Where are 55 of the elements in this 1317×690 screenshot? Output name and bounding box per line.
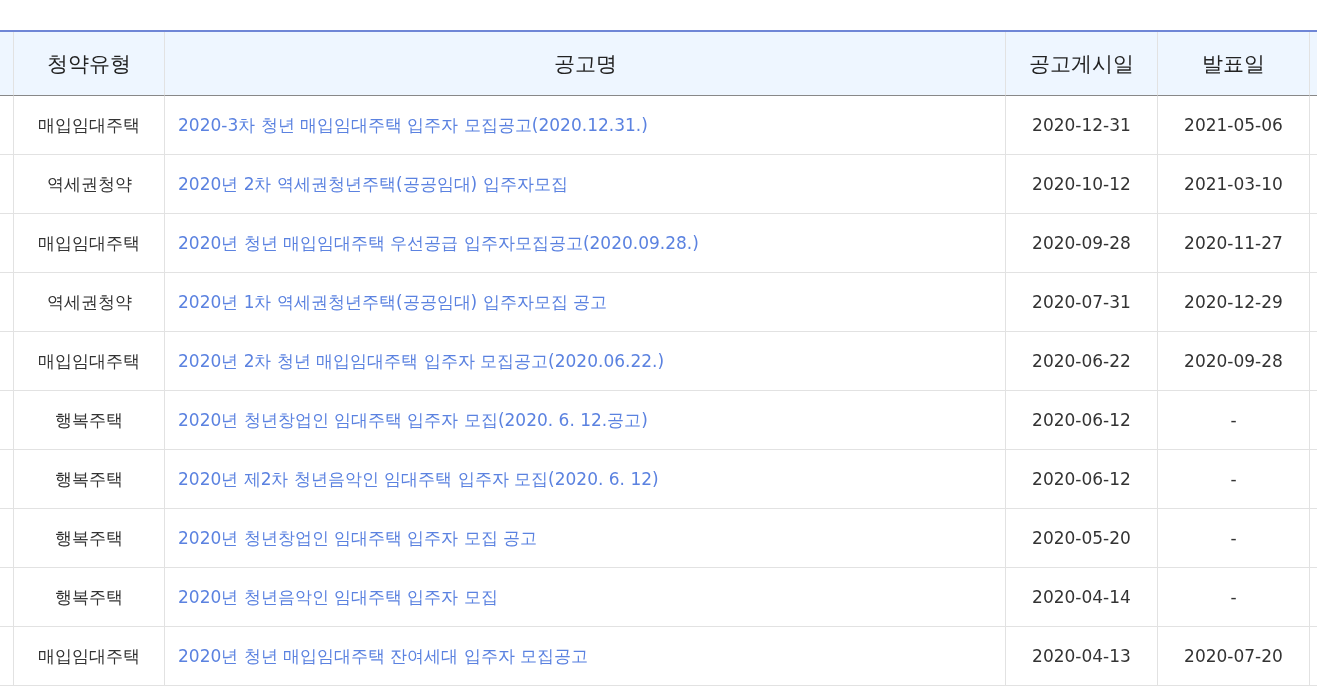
announcement-date-cell: - [1158,509,1310,568]
empty-cell [0,391,14,450]
type-cell: 행복주택 [14,391,165,450]
notice-title-link[interactable]: 2020년 2차 역세권청년주택(공공임대) 입주자모집 [165,155,1006,214]
empty-cell [0,568,14,627]
type-cell: 행복주택 [14,509,165,568]
empty-cell [0,450,14,509]
empty-header-cell [0,32,14,96]
column-header: 공고게시일 [1006,32,1158,96]
column-header: 공고명 [165,32,1006,96]
notice-title-link[interactable]: 2020년 청년음악인 임대주택 입주자 모집 [165,568,1006,627]
announcement-date-cell: 2021-03-10 [1158,155,1310,214]
notice-title-link[interactable]: 2020년 청년창업인 임대주택 입주자 모집(2020. 6. 12.공고) [165,391,1006,450]
posted-date-cell: 2020-06-12 [1006,450,1158,509]
posted-date-cell: 2020-12-31 [1006,96,1158,155]
posted-date-cell: 2020-05-20 [1006,509,1158,568]
notice-title-link[interactable]: 2020-3차 청년 매입임대주택 입주자 모집공고(2020.12.31.) [165,96,1006,155]
empty-cell [0,332,14,391]
notice-title-link[interactable]: 2020년 청년창업인 임대주택 입주자 모집 공고 [165,509,1006,568]
empty-cell [0,155,14,214]
column-header: 청약유형 [14,32,165,96]
posted-date-cell: 2020-06-22 [1006,332,1158,391]
empty-cell [0,273,14,332]
announcement-date-cell: 2021-05-06 [1158,96,1310,155]
empty-cell [0,509,14,568]
column-header: 발표일 [1158,32,1310,96]
type-cell: 매입임대주택 [14,214,165,273]
type-cell: 매입임대주택 [14,96,165,155]
announcement-date-cell: - [1158,450,1310,509]
type-cell: 행복주택 [14,450,165,509]
posted-date-cell: 2020-09-28 [1006,214,1158,273]
posted-date-cell: 2020-04-14 [1006,568,1158,627]
type-cell: 역세권청약 [14,155,165,214]
posted-date-cell: 2020-06-12 [1006,391,1158,450]
empty-cell [0,214,14,273]
posted-date-cell: 2020-04-13 [1006,627,1158,686]
type-cell: 매입임대주택 [14,627,165,686]
announcement-date-cell: 2020-11-27 [1158,214,1310,273]
announcement-date-cell: 2020-07-20 [1158,627,1310,686]
type-cell: 역세권청약 [14,273,165,332]
announcement-date-cell: - [1158,568,1310,627]
notice-title-link[interactable]: 2020년 1차 역세권청년주택(공공임대) 입주자모집 공고 [165,273,1006,332]
posted-date-cell: 2020-07-31 [1006,273,1158,332]
announcement-date-cell: 2020-12-29 [1158,273,1310,332]
announcement-date-cell: - [1158,391,1310,450]
notice-title-link[interactable]: 2020년 2차 청년 매입임대주택 입주자 모집공고(2020.06.22.) [165,332,1006,391]
type-cell: 매입임대주택 [14,332,165,391]
type-cell: 행복주택 [14,568,165,627]
announcement-date-cell: 2020-09-28 [1158,332,1310,391]
notice-title-link[interactable]: 2020년 청년 매입임대주택 잔여세대 입주자 모집공고 [165,627,1006,686]
notice-title-link[interactable]: 2020년 청년 매입임대주택 우선공급 입주자모집공고(2020.09.28.) [165,214,1006,273]
empty-header-cell [1310,32,1317,96]
posted-date-cell: 2020-10-12 [1006,155,1158,214]
empty-cell [0,627,14,686]
notice-title-link[interactable]: 2020년 제2차 청년음악인 임대주택 입주자 모집(2020. 6. 12) [165,450,1006,509]
